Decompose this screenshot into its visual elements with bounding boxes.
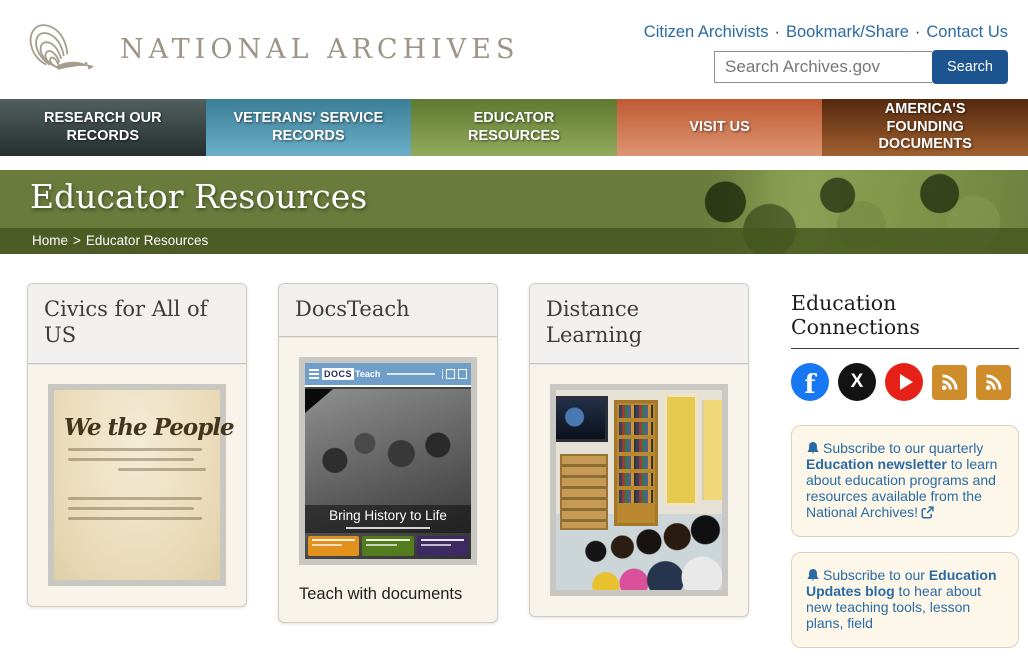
social-icons-row: f X xyxy=(791,363,1019,401)
soldiers-photo: Bring History to Life xyxy=(305,389,471,559)
card-civics-for-all-of-us: Civics for All of US We the People xyxy=(27,283,247,607)
purple-button xyxy=(417,536,468,556)
page: NATIONAL ARCHIVES Citizen Archivists · Boo… xyxy=(0,0,1028,663)
docsteach-logo: DOCS Teach xyxy=(322,368,380,380)
nav-educator-resources[interactable]: EDUCATOR RESOURCES xyxy=(411,99,617,156)
card-title: DocsTeach xyxy=(295,296,481,322)
facebook-icon[interactable]: f xyxy=(791,363,829,401)
script-line xyxy=(68,517,202,520)
hero-banner: Educator Resources Home > Educator Resourc… xyxy=(0,170,1028,254)
contact-us-link[interactable]: Contact Us xyxy=(926,23,1008,41)
docsteach-buttons-row xyxy=(308,536,468,556)
headline-band: Bring History to Life xyxy=(305,505,471,533)
link-separator: · xyxy=(915,23,921,41)
site-header: NATIONAL ARCHIVES Citizen Archivists · Boo… xyxy=(0,0,1028,99)
script-line xyxy=(118,468,206,471)
external-link-icon xyxy=(921,506,934,519)
docsteach-mini-site: DOCS Teach Bring History to Life xyxy=(305,363,471,559)
card-title: Civics for All of US xyxy=(44,296,230,349)
search-button[interactable]: Search xyxy=(932,50,1008,84)
bookmark-share-link[interactable]: Bookmark/Share xyxy=(786,23,909,41)
breadcrumb: Home > Educator Resources xyxy=(0,228,1028,254)
x-twitter-icon[interactable]: X xyxy=(838,363,876,401)
nav-veterans-service-records[interactable]: VETERANS' SERVICE RECORDS xyxy=(206,99,412,156)
nav-americas-founding-documents[interactable]: AMERICA'S FOUNDING DOCUMENTS xyxy=(822,99,1028,156)
students-audience xyxy=(556,504,722,590)
newsletter-subscribe-box[interactable]: Subscribe to our quarterly Education new… xyxy=(791,425,1019,537)
main-nav: RESEARCH OUR RECORDS VETERANS' SERVICE R… xyxy=(0,99,1028,156)
breadcrumb-current: Educator Resources xyxy=(86,233,208,248)
youtube-icon[interactable] xyxy=(885,363,923,401)
link-separator: · xyxy=(774,23,780,41)
docsteach-mini-header: DOCS Teach xyxy=(305,363,471,387)
card-docsteach: DocsTeach DOCS Teach Bri xyxy=(278,283,498,623)
main-content: Civics for All of US We the People DocsT… xyxy=(0,254,1028,663)
card-distance-learning: Distance Learning xyxy=(529,283,749,617)
distance-learning-image[interactable] xyxy=(550,384,728,596)
bell-icon xyxy=(806,441,820,455)
orange-button xyxy=(308,536,359,556)
header-right: Citizen Archivists · Bookmark/Share · Contac… xyxy=(644,15,1008,84)
nav-research-our-records[interactable]: RESEARCH OUR RECORDS xyxy=(0,99,206,156)
card-title: Distance Learning xyxy=(546,296,732,349)
tv-screen xyxy=(556,396,608,442)
sidebar-title: Education Connections xyxy=(791,291,1019,349)
utility-links: Citizen Archivists · Bookmark/Share · Contac… xyxy=(644,23,1008,42)
we-the-people-text: We the People xyxy=(64,414,210,441)
script-line xyxy=(68,497,202,500)
card-header: Distance Learning xyxy=(530,284,748,364)
eagle-logo-icon xyxy=(26,17,112,83)
breadcrumb-separator: > xyxy=(73,233,81,248)
script-line xyxy=(68,458,194,461)
box-text-prefix: Subscribe to our quarterly xyxy=(823,440,983,456)
tagline-bar xyxy=(387,373,435,375)
civics-constitution-image[interactable]: We the People xyxy=(48,384,226,586)
green-button xyxy=(362,536,413,556)
rss-icon[interactable] xyxy=(976,365,1011,400)
logo-wordmark: NATIONAL ARCHIVES xyxy=(120,34,520,65)
yellow-door xyxy=(664,394,698,506)
docsteach-site-image[interactable]: DOCS Teach Bring History to Life xyxy=(299,357,477,565)
search-bar: Search xyxy=(714,51,1008,84)
breadcrumb-home-link[interactable]: Home xyxy=(32,233,68,248)
card-header: DocsTeach xyxy=(279,284,497,337)
constitution-parchment: We the People xyxy=(54,390,220,580)
classroom-scene xyxy=(556,390,722,590)
citizen-archivists-link[interactable]: Citizen Archivists xyxy=(644,23,769,41)
bell-icon xyxy=(806,568,820,582)
subline-bar xyxy=(346,527,430,529)
docsteach-description: Teach with documents xyxy=(299,585,477,604)
rss-icon[interactable] xyxy=(932,365,967,400)
blog-subscribe-box[interactable]: Subscribe to our Education Updates blog … xyxy=(791,552,1019,648)
education-connections-sidebar: Education Connections f X xyxy=(791,283,1019,663)
nav-visit-us[interactable]: VISIT US xyxy=(617,99,823,156)
page-title: Educator Resources xyxy=(0,170,1028,216)
newsletter-link[interactable]: Education newsletter xyxy=(806,456,947,472)
bring-history-to-life-text: Bring History to Life xyxy=(305,508,471,523)
script-line xyxy=(68,448,202,451)
yellow-door-2 xyxy=(702,400,722,500)
search-input[interactable] xyxy=(714,51,932,83)
nara-logo[interactable]: NATIONAL ARCHIVES xyxy=(26,17,520,83)
menu-icon xyxy=(309,369,319,379)
card-header: Civics for All of US xyxy=(28,284,246,364)
box-text-prefix: Subscribe to our xyxy=(823,567,929,583)
script-line xyxy=(68,507,194,510)
header-icons xyxy=(442,369,467,379)
